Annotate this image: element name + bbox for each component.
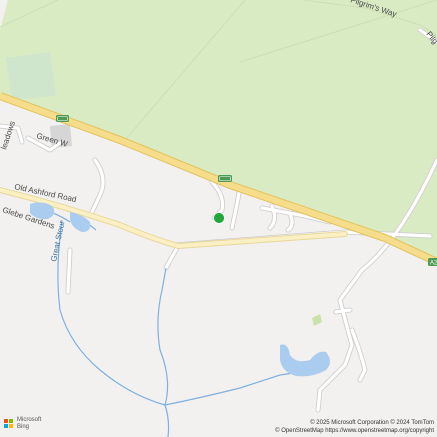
- location-pin-icon[interactable]: [213, 212, 225, 224]
- road-shield-label: A2: [430, 261, 437, 267]
- attribution-line-2: © OpenStreetMap https://www.openstreetma…: [275, 428, 434, 434]
- map-attribution[interactable]: © 2025 Microsoft Corporation © 2024 TomT…: [275, 419, 434, 435]
- attribution-line-1: © 2025 Microsoft Corporation © 2024 TomT…: [310, 420, 434, 426]
- road-shield: [218, 175, 232, 182]
- park-area: [312, 314, 322, 326]
- road-shield: [56, 115, 69, 122]
- microsoft-logo-icon: [4, 419, 14, 429]
- microsoft-bing-branding[interactable]: Microsoft Bing: [4, 417, 41, 431]
- branding-line-1: Microsoft: [17, 417, 42, 423]
- park-area: [6, 52, 56, 100]
- branding-text: Microsoft Bing: [17, 417, 41, 431]
- branding-line-2: Bing: [17, 424, 30, 430]
- road-shield: A2: [428, 258, 437, 267]
- map-canvas[interactable]: A2 Old Ashford Road Glebe Gardens Great …: [0, 0, 437, 437]
- lake: [280, 344, 330, 377]
- map-layer: A2 Old Ashford Road Glebe Gardens Great …: [0, 0, 437, 437]
